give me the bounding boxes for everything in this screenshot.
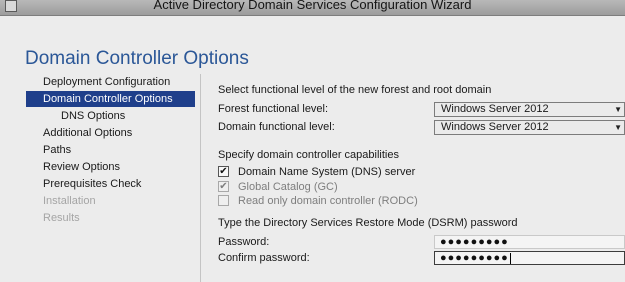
password-value: ●●●●●●●●● [440, 236, 509, 248]
domain-level-dropdown[interactable]: Windows Server 2012 ▼ [434, 120, 625, 135]
capabilities-heading: Specify domain controller capabilities [218, 149, 399, 161]
global-catalog-label: Global Catalog (GC) [238, 181, 338, 193]
password-field[interactable]: ●●●●●●●●● [434, 235, 625, 249]
forest-level-value: Windows Server 2012 [441, 103, 549, 115]
nav-item-paths[interactable]: Paths [26, 142, 195, 158]
window-title: Active Directory Domain Services Configu… [153, 0, 472, 12]
text-caret [509, 252, 511, 264]
nav-item-review-options[interactable]: Review Options [26, 159, 195, 175]
password-label: Password: [218, 236, 270, 248]
nav-divider [200, 74, 201, 282]
domain-level-label: Domain functional level: [218, 121, 335, 133]
page-title: Domain Controller Options [25, 47, 249, 69]
functional-level-heading: Select functional level of the new fores… [218, 84, 492, 96]
confirm-password-field[interactable]: ●●●●●●●●● [434, 251, 625, 265]
chevron-down-icon[interactable]: ▼ [614, 103, 622, 116]
rodc-label: Read only domain controller (RODC) [238, 195, 418, 207]
nav-item-domain-controller-options[interactable]: Domain Controller Options [26, 91, 195, 107]
nav-item-dns-options[interactable]: DNS Options [26, 108, 195, 124]
nav-item-results: Results [43, 212, 80, 224]
dns-server-checkbox[interactable]: ✔ [218, 166, 229, 177]
dns-server-label: Domain Name System (DNS) server [238, 166, 416, 178]
forest-level-label: Forest functional level: [218, 103, 329, 115]
rodc-checkbox [218, 195, 229, 206]
global-catalog-checkbox: ✔ [218, 181, 229, 192]
dsrm-heading: Type the Directory Services Restore Mode… [218, 217, 518, 229]
chevron-down-icon[interactable]: ▼ [614, 121, 622, 134]
title-bar: Active Directory Domain Services Configu… [0, 0, 625, 16]
confirm-password-value: ●●●●●●●●● [440, 252, 509, 264]
nav-item-prerequisites-check[interactable]: Prerequisites Check [26, 176, 195, 192]
nav-item-deployment-configuration[interactable]: Deployment Configuration [26, 74, 195, 90]
forest-level-dropdown[interactable]: Windows Server 2012 ▼ [434, 102, 625, 117]
domain-level-value: Windows Server 2012 [441, 121, 549, 133]
nav-item-additional-options[interactable]: Additional Options [26, 125, 195, 141]
confirm-password-label: Confirm password: [218, 252, 310, 264]
nav-item-installation: Installation [43, 195, 96, 207]
